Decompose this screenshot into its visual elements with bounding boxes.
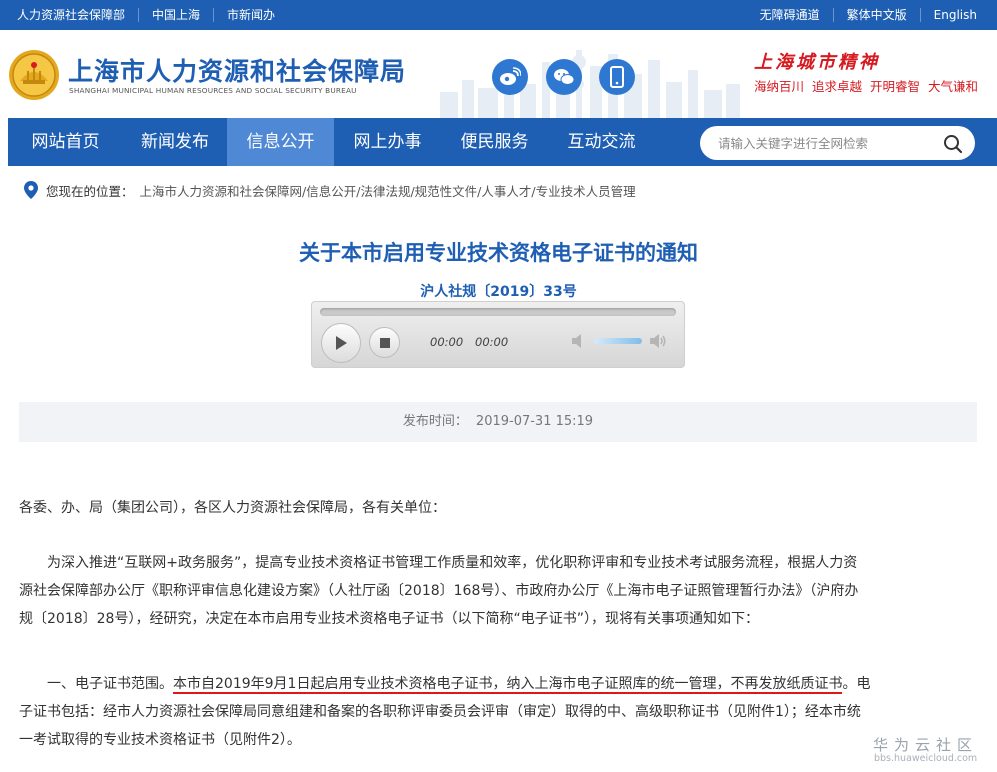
- nav-home[interactable]: 网站首页: [8, 118, 123, 166]
- audio-player: 00:00 00:00: [311, 301, 685, 368]
- top-left-links: 人力资源社会保障部 中国上海 市新闻办: [17, 0, 288, 30]
- spirit-word: 海纳百川: [754, 79, 805, 94]
- link-mohrss[interactable]: 人力资源社会保障部: [17, 8, 138, 22]
- audio-progress-track[interactable]: [320, 308, 676, 316]
- intro-line: 规〔2018〕28号），经研究，决定在本市启用专业技术资格电子证书（以下简称“电…: [19, 611, 759, 627]
- site-header: 上海市人力资源和社会保障局 SHANGHAI MUNICIPAL HUMAN R…: [0, 30, 997, 118]
- publish-info-bar: 发布时间： 2019-07-31 15:19: [19, 402, 977, 442]
- wechat-icon[interactable]: [546, 59, 582, 95]
- intro-paragraph: 为深入推进“互联网+政务服务”，提高专业技术资格证书管理工作质量和效率，优化职称…: [19, 549, 977, 633]
- link-news-office[interactable]: 市新闻办: [213, 8, 288, 22]
- city-skyline-decoration: [440, 50, 740, 118]
- volume-slider[interactable]: [594, 338, 642, 344]
- breadcrumb-normative-docs[interactable]: 规范性文件/: [415, 181, 482, 200]
- spirit-word: 追求卓越: [812, 79, 863, 94]
- section-1-paragraph: 一、电子证书范围。本市自2019年9月1日起启用专业技术资格电子证书，纳入上海市…: [19, 670, 977, 754]
- publish-label: 发布时间：: [402, 414, 468, 429]
- stop-button[interactable]: [369, 327, 400, 358]
- city-spirit-title: 上海城市精神: [754, 52, 880, 73]
- intro-line: 为深入推进“互联网+政务服务”，提高专业技术资格证书管理工作质量和效率，优化职称…: [47, 555, 858, 571]
- site-title: 上海市人力资源和社会保障局: [68, 57, 407, 86]
- link-accessibility[interactable]: 无障碍通道: [747, 8, 833, 22]
- link-traditional-chinese[interactable]: 繁体中文版: [832, 8, 920, 22]
- nav-public-services[interactable]: 便民服务: [441, 118, 548, 166]
- breadcrumb-label: 您现在的位置：: [46, 183, 134, 199]
- watermark-url: bbs.huaweicloud.com: [874, 753, 978, 764]
- link-china-shanghai[interactable]: 中国上海: [138, 8, 213, 22]
- document-number: 沪人社规〔2019〕33号: [420, 284, 577, 300]
- audio-current-time: 00:00: [430, 335, 464, 349]
- section-1-line: 子证书包括：经市人力资源社会保障局同意组建和备案的各职称评审委员会评审（审定）取…: [19, 704, 861, 720]
- nav-news[interactable]: 新闻发布: [123, 118, 227, 166]
- search-input[interactable]: [718, 133, 928, 153]
- publish-time: 2019-07-31 15:19: [475, 414, 594, 429]
- top-utility-bar: 人力资源社会保障部 中国上海 市新闻办 无障碍通道 繁体中文版 English: [0, 0, 997, 30]
- intro-line: 源社会保障部办公厅《职称评审信息化建设方案》（人社厅函〔2018〕168号）、市…: [19, 583, 859, 599]
- audio-duration: 00:00: [475, 335, 509, 349]
- highlighted-sentence: 本市自2019年9月1日起启用专业技术资格电子证书，纳入上海市电子证照库的统一管…: [173, 676, 843, 694]
- section-1-line: 一考试取得的专业技术资格证书（见附件2）。: [19, 732, 301, 748]
- site-title-english: SHANGHAI MUNICIPAL HUMAN RESOURCES AND S…: [69, 86, 357, 95]
- spirit-word: 大气谦和: [928, 79, 979, 94]
- breadcrumb-professional-mgmt[interactable]: 专业技术人员管理: [536, 181, 636, 200]
- breadcrumb-info-disclosure[interactable]: 信息公开/: [306, 181, 360, 200]
- mobile-icon[interactable]: [599, 59, 635, 95]
- watermark-text: 华为云社区: [873, 736, 979, 754]
- play-button[interactable]: [321, 323, 361, 363]
- article-title: 关于本市启用专业技术资格电子证书的通知: [299, 241, 698, 265]
- section-1-first-line: 一、电子证书范围。本市自2019年9月1日起启用专业技术资格电子证书，纳入上海市…: [19, 670, 977, 698]
- salutation-paragraph: 各委、办、局（集团公司），各区人力资源社会保障局，各有关单位：: [19, 494, 977, 522]
- nav-info-disclosure[interactable]: 信息公开: [227, 118, 334, 166]
- breadcrumb-talent[interactable]: 人事人才/: [481, 181, 535, 200]
- bureau-emblem-logo: [9, 50, 59, 100]
- location-pin-icon: [24, 181, 38, 199]
- nav-interaction[interactable]: 互动交流: [548, 118, 655, 166]
- spirit-word: 开明睿智: [870, 79, 921, 94]
- volume-max-icon[interactable]: [649, 332, 667, 350]
- city-spirit-words: 海纳百川 追求卓越 开明睿智 大气谦和: [754, 76, 978, 95]
- salutation-text: 各委、办、局（集团公司），各区人力资源社会保障局，各有关单位：: [19, 500, 446, 516]
- section-1-heading: 一、电子证书范围。: [47, 676, 173, 692]
- site-search-box: [700, 126, 975, 160]
- search-icon[interactable]: [943, 134, 963, 154]
- breadcrumb-site[interactable]: 上海市人力资源和社会保障网/: [140, 181, 307, 200]
- link-english[interactable]: English: [919, 8, 977, 22]
- stop-icon: [379, 337, 390, 348]
- section-1-suffix: 。电: [842, 676, 871, 692]
- mute-icon[interactable]: [570, 332, 588, 350]
- top-right-links: 无障碍通道 繁体中文版 English: [747, 0, 977, 30]
- breadcrumb-laws[interactable]: 法律法规/: [360, 181, 414, 200]
- weibo-icon[interactable]: [492, 59, 528, 95]
- breadcrumb: 您现在的位置： 上海市人力资源和社会保障网/ 信息公开/ 法律法规/ 规范性文件…: [24, 180, 636, 200]
- play-icon: [336, 336, 347, 350]
- nav-online-services[interactable]: 网上办事: [334, 118, 441, 166]
